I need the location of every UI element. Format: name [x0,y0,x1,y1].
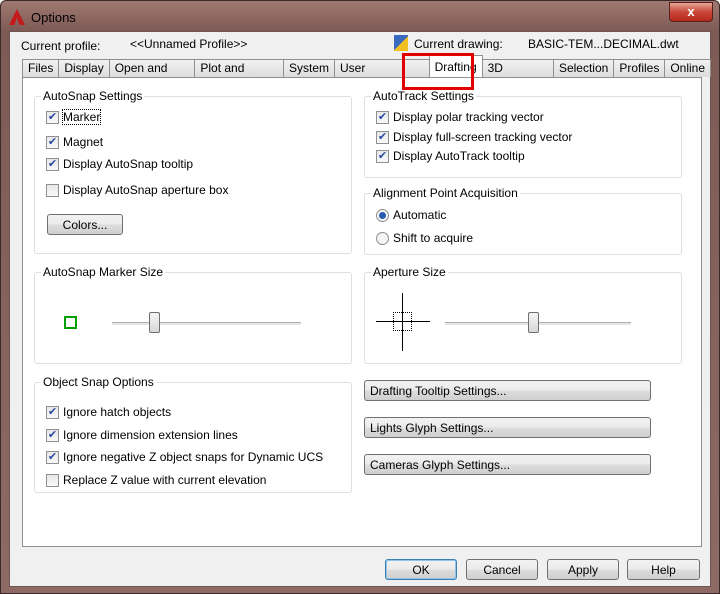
checkbox-label: Display AutoTrack tooltip [393,149,525,163]
tab-online[interactable]: Online [664,59,712,77]
check-icon: ✔ [376,130,389,144]
object-snap-options-group: Object Snap Options ✔ Ignore hatch object… [34,375,352,493]
tab-plot-and-publish[interactable]: Plot and Publish [194,59,284,92]
checkbox-label: Ignore negative Z object snaps for Dynam… [63,450,324,464]
title-bar: Options [9,7,76,27]
magnet-checkbox[interactable]: ✔ Magnet [46,135,103,149]
help-button[interactable]: Help [627,559,700,580]
aperture-box-checkbox[interactable]: Display AutoSnap aperture box [46,183,228,197]
checkbox-label: Ignore hatch objects [63,405,172,419]
ok-button[interactable]: OK [385,559,457,580]
check-icon: ✔ [46,428,59,442]
drafting-tooltip-settings-button[interactable]: Drafting Tooltip Settings... [364,380,651,401]
check-icon: ✔ [46,157,59,171]
tab-files[interactable]: Files [22,59,60,77]
group-title: AutoSnap Settings [41,89,145,103]
group-title: Object Snap Options [41,375,156,389]
radio-label: Shift to acquire [393,231,474,245]
tab-profiles[interactable]: Profiles [613,59,666,77]
cancel-button[interactable]: Cancel [466,559,538,580]
checkbox-box [46,473,59,487]
autocad-logo-icon [9,9,25,25]
checkbox-label: Display polar tracking vector [393,110,544,124]
radio-label: Automatic [393,208,447,222]
checkbox-label: Magnet [63,135,104,149]
group-title: Aperture Size [371,265,448,279]
ignore-hatch-checkbox[interactable]: ✔ Ignore hatch objects [46,405,171,419]
check-icon: ✔ [46,110,59,124]
autotrack-settings-group: AutoTrack Settings ✔ Display polar tracki… [364,89,682,178]
current-drawing-label: Current drawing: [414,37,503,51]
highlight-box [402,53,474,90]
checkbox-label: Display full-screen tracking vector [393,130,573,144]
group-title: AutoSnap Marker Size [41,265,166,279]
close-button[interactable]: x [669,2,713,22]
marker-size-slider[interactable] [112,322,301,325]
apply-button[interactable]: Apply [547,559,619,580]
current-profile-label: Current profile: [21,39,101,53]
marker-size-group: AutoSnap Marker Size [34,265,352,364]
drafting-panel: AutoSnap Settings ✔ Marker ✔ Magnet ✔ Displ… [22,77,702,547]
autosnap-tooltip-checkbox[interactable]: ✔ Display AutoSnap tooltip [46,157,193,171]
check-icon: ✔ [46,405,59,419]
aperture-size-slider-thumb[interactable] [528,312,539,333]
radio-dot [376,231,389,245]
check-icon: ✔ [46,450,59,464]
checkbox-label: Marker [61,109,102,125]
tab-bar: Files Display Open and Save Plot and Pub… [22,55,712,92]
check-icon: ✔ [376,149,389,163]
aperture-crosshair-icon [376,293,430,351]
checkbox-label: Ignore dimension extension lines [63,428,238,442]
radio-dot [376,208,389,222]
group-title: AutoTrack Settings [371,89,476,103]
current-profile-value: <<Unnamed Profile>> [130,37,248,51]
checkbox-label: Replace Z value with current elevation [63,473,267,487]
marker-checkbox[interactable]: ✔ Marker [46,109,102,125]
ignore-negative-z-checkbox[interactable]: ✔ Ignore negative Z object snaps for Dyna… [46,450,323,464]
checkbox-label: Display AutoSnap tooltip [63,157,194,171]
group-title: Alignment Point Acquisition [371,186,520,200]
check-icon: ✔ [46,135,59,149]
tab-open-and-save[interactable]: Open and Save [108,59,196,92]
check-icon: ✔ [376,110,389,124]
full-screen-tracking-checkbox[interactable]: ✔ Display full-screen tracking vector [376,130,572,144]
tab-selection[interactable]: Selection [552,59,615,77]
autotrack-tooltip-checkbox[interactable]: ✔ Display AutoTrack tooltip [376,149,525,163]
tab-system[interactable]: System [283,59,336,77]
tab-3d-modeling[interactable]: 3D Modeling [481,59,554,92]
automatic-radio[interactable]: Automatic [376,208,446,222]
polar-tracking-checkbox[interactable]: ✔ Display polar tracking vector [376,110,544,124]
aperture-size-group: Aperture Size [364,265,682,364]
options-window: Options x Current profile: <<Unnamed Pro… [0,0,720,594]
window-title: Options [31,9,76,25]
cameras-glyph-settings-button[interactable]: Cameras Glyph Settings... [364,454,651,475]
checkbox-label: Display AutoSnap aperture box [63,183,229,197]
marker-preview-icon [64,316,77,329]
tab-display[interactable]: Display [58,59,110,77]
autosnap-settings-group: AutoSnap Settings ✔ Marker ✔ Magnet ✔ Displ… [34,89,352,254]
alignment-point-group: Alignment Point Acquisition Automatic Sh… [364,186,682,255]
dialog-body: Current profile: <<Unnamed Profile>> Cur… [9,31,712,587]
marker-size-slider-thumb[interactable] [149,312,160,333]
checkbox-box [46,183,59,197]
replace-z-checkbox[interactable]: Replace Z value with current elevation [46,473,266,487]
drawing-icon [394,35,408,51]
current-drawing-value: BASIC-TEM...DECIMAL.dwt [528,37,679,51]
colors-button[interactable]: Colors... [47,214,123,235]
shift-to-acquire-radio[interactable]: Shift to acquire [376,231,473,245]
ignore-dimension-checkbox[interactable]: ✔ Ignore dimension extension lines [46,428,238,442]
lights-glyph-settings-button[interactable]: Lights Glyph Settings... [364,417,651,438]
